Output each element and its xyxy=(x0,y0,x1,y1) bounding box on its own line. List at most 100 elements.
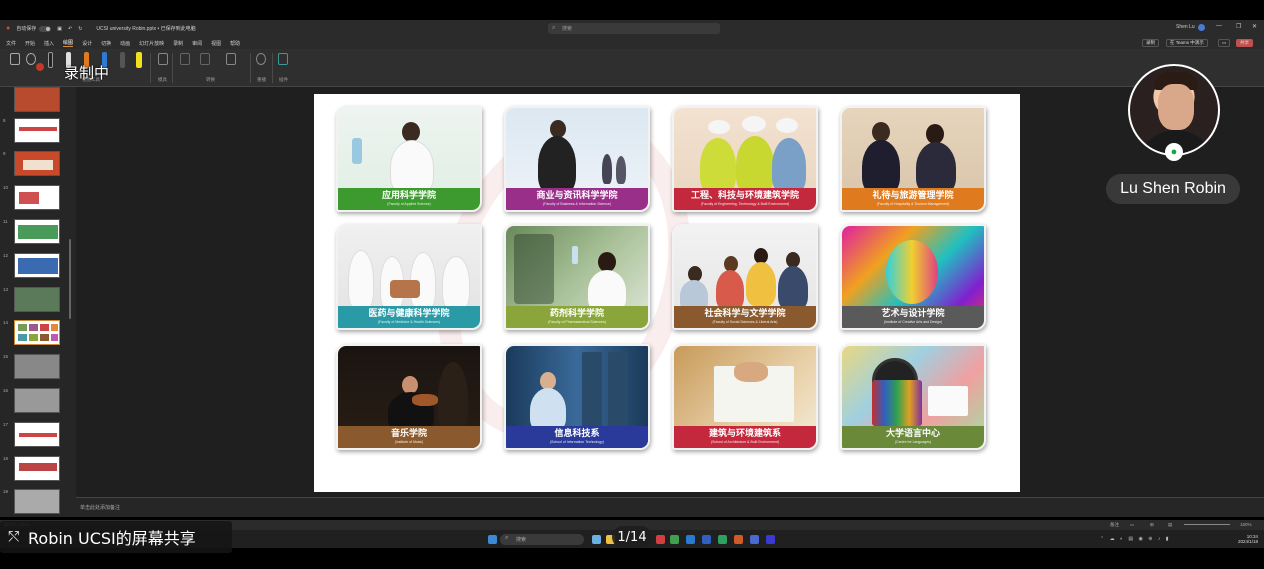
toggle-switch-icon[interactable] xyxy=(39,25,52,32)
user-avatar[interactable] xyxy=(1198,24,1205,31)
menu-item[interactable]: 开始 xyxy=(25,40,35,47)
faculty-card-music[interactable]: 音乐学院 (Institute of Music) xyxy=(336,344,482,450)
screen-share-text: Robin UCSI的屏幕共享 xyxy=(28,529,196,548)
faculty-caption: 商业与资讯科学学院 (Faculty of Business & Informa… xyxy=(506,188,648,210)
faculty-card-medicine[interactable]: 医药与健康科学学院 (Faculty of Medicine & Health … xyxy=(336,224,482,330)
taskbar-search-input[interactable]: ⌕ 搜索 xyxy=(500,534,584,545)
powerpoint-icon[interactable] xyxy=(734,535,743,544)
search-placeholder: 搜索 xyxy=(562,26,573,32)
word-icon[interactable] xyxy=(702,535,711,544)
menu-item[interactable]: 幻灯片放映 xyxy=(139,40,164,47)
slide[interactable]: 应用科学学院 (Faculty of Applied Science) 商业与资… xyxy=(314,82,1020,492)
search-icon: ⌕ xyxy=(552,25,556,31)
slide-thumbnail[interactable]: 13 xyxy=(0,287,72,313)
close-icon[interactable]: ✕ xyxy=(1252,23,1257,30)
menu-item[interactable]: 插入 xyxy=(44,40,54,47)
slide-thumbnail[interactable]: 16 xyxy=(0,388,72,414)
faculty-card-information-technology[interactable]: 信息科技系 (School of Information Technology) xyxy=(504,344,650,450)
menu-item[interactable]: 动画 xyxy=(120,40,130,47)
maximize-icon[interactable]: ❐ xyxy=(1236,23,1241,30)
slide-thumbnail[interactable]: 11 xyxy=(0,219,72,245)
system-tray[interactable]: ⌃ ☁ ◐ ▤ ◉ ⊕ ♪ ▮ xyxy=(1100,536,1170,542)
slide-thumbnail[interactable]: 15 xyxy=(0,354,72,380)
ruler-icon[interactable] xyxy=(158,53,168,65)
slide-thumbnail[interactable]: 12 xyxy=(0,253,72,279)
minimize-icon[interactable]: — xyxy=(1216,23,1222,29)
microphone-icon: ● xyxy=(1165,143,1183,161)
reading-view-icon[interactable]: ▤ xyxy=(1168,522,1172,528)
faculty-card-pharmacy[interactable]: 药剂科学学院 (Faculty of Pharmaceutical Scienc… xyxy=(504,224,650,330)
select-tool-icon[interactable] xyxy=(10,53,20,65)
panel-scrollbar[interactable] xyxy=(69,239,71,319)
faculty-card-architecture[interactable]: 建筑与环境建筑系 (School of Architecture & Built… xyxy=(672,344,818,450)
normal-view-icon[interactable]: ▭ xyxy=(1130,522,1134,528)
pen-black-icon[interactable] xyxy=(48,52,53,68)
faculty-card-languages[interactable]: 大学语言中心 (Centre for Languages) xyxy=(840,344,986,450)
ink-to-math-icon[interactable] xyxy=(226,53,236,65)
page-counter: 1/14 xyxy=(612,526,652,548)
comment-icon[interactable]: ▭ xyxy=(1218,39,1231,47)
zoom-level[interactable]: 150% xyxy=(1240,522,1252,527)
menu-item[interactable]: 视图 xyxy=(211,40,221,47)
faculty-card-social-sciences[interactable]: 社会科学与文学学院 (Faculty of Social Sciences & … xyxy=(672,224,818,330)
search-icon: ⌕ xyxy=(505,535,509,541)
search-input[interactable]: ⌕ 搜索 xyxy=(548,23,720,34)
slide-thumbnail[interactable]: 17 xyxy=(0,422,72,448)
slide-thumbnail-selected[interactable]: 14 xyxy=(0,320,72,346)
faculty-caption: 工程、科技与环境建筑学院 (Faculty of Engineering, Te… xyxy=(674,188,816,210)
app-icon[interactable] xyxy=(766,535,775,544)
notes-pane[interactable]: 单击此处添加备注 xyxy=(76,497,1264,517)
faculty-card-business[interactable]: 商业与资讯科学学院 (Faculty of Business & Informa… xyxy=(504,106,650,212)
file-name[interactable]: UCSI university Robin.pptx • 已保存到此电脑 xyxy=(96,25,195,32)
slide-thumbnail[interactable]: 18 xyxy=(0,456,72,482)
save-icon[interactable]: ▣ xyxy=(57,26,62,32)
slide-thumbnail[interactable]: 9 xyxy=(0,151,72,177)
start-icon[interactable] xyxy=(488,535,497,544)
teams-present-button[interactable]: 在 Teams 中演示 xyxy=(1166,39,1208,47)
menu-item[interactable]: 设计 xyxy=(82,40,92,47)
zoom-slider[interactable] xyxy=(1184,524,1230,525)
slide-thumbnail[interactable]: 19 xyxy=(0,489,72,515)
addin-icon[interactable] xyxy=(278,53,288,65)
menu-item[interactable]: 帮助 xyxy=(230,40,240,47)
ink-replay-icon[interactable] xyxy=(256,53,266,65)
menu-item[interactable]: 录制 xyxy=(173,40,183,47)
faculty-card-arts-design[interactable]: 艺术与设计学院 (Institute of Creative Arts and … xyxy=(840,224,986,330)
faculty-caption: 应用科学学院 (Faculty of Applied Science) xyxy=(338,188,480,210)
lasso-tool-icon[interactable] xyxy=(26,53,36,65)
pen-gray-icon[interactable] xyxy=(120,52,125,68)
faculty-caption: 音乐学院 (Institute of Music) xyxy=(338,426,480,448)
edge-icon[interactable] xyxy=(686,535,695,544)
sorter-view-icon[interactable]: ⊞ xyxy=(1150,522,1154,528)
ribbon-group-label: 重播 xyxy=(257,77,266,82)
teams-icon[interactable] xyxy=(750,535,759,544)
ink-to-shape-icon[interactable] xyxy=(180,53,190,65)
menu-item[interactable]: 文件 xyxy=(6,40,16,47)
highlighter-icon[interactable] xyxy=(136,52,142,68)
user-name[interactable]: Shen Lu xyxy=(1176,24,1195,30)
share-button[interactable]: 共享 xyxy=(1236,39,1253,47)
opera-icon[interactable] xyxy=(656,535,665,544)
menu-item[interactable]: 切换 xyxy=(101,40,111,47)
faculty-card-hospitality[interactable]: 礼待与旅游管理学院 (Faculty of Hospitality & Tour… xyxy=(840,106,986,212)
faculty-card-applied-science[interactable]: 应用科学学院 (Faculty of Applied Science) xyxy=(336,106,482,212)
autosave-toggle[interactable]: 自动保存 xyxy=(16,25,52,32)
undo-icon[interactable]: ↶ xyxy=(68,26,72,32)
clock[interactable]: 10:34 2024/1/18 xyxy=(1238,534,1258,544)
menu-item[interactable]: 审阅 xyxy=(192,40,202,47)
widgets-icon[interactable] xyxy=(592,535,601,544)
slide-thumbnail[interactable]: 10 xyxy=(0,185,72,211)
notes-toggle-button[interactable]: 备注 xyxy=(1110,522,1119,528)
menu-item[interactable]: 绘图 xyxy=(63,39,74,47)
excel-icon[interactable] xyxy=(718,535,727,544)
ink-to-text-icon[interactable] xyxy=(200,53,210,65)
record-button[interactable]: 录制 xyxy=(1142,39,1159,47)
faculty-card-engineering[interactable]: 工程、科技与环境建筑学院 (Faculty of Engineering, Te… xyxy=(672,106,818,212)
redo-icon[interactable]: ↻ xyxy=(78,26,82,32)
ribbon-group-label: 转换 xyxy=(206,77,215,82)
slide-thumbnail-panel[interactable]: 8 9 10 11 12 13 14 15 16 17 18 19 xyxy=(0,87,76,517)
slide-thumbnail[interactable]: 8 xyxy=(0,118,72,144)
eraser-icon[interactable] xyxy=(36,63,44,71)
slide-thumbnail[interactable] xyxy=(0,87,72,113)
chrome-icon[interactable] xyxy=(670,535,679,544)
